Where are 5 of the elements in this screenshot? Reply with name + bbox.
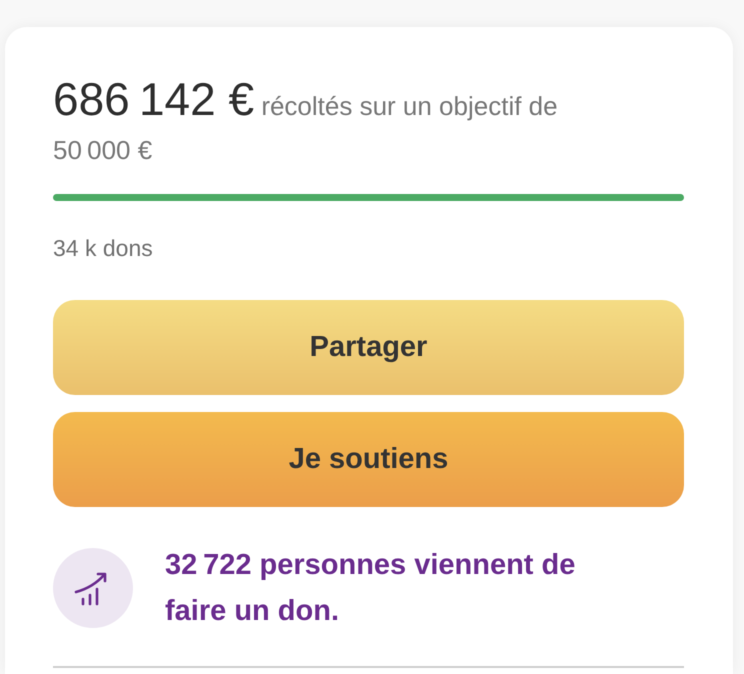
support-button[interactable]: Je soutiens [53, 412, 684, 507]
donation-count: 34 k dons [53, 234, 154, 263]
donors-message: 32 722 personnes viennent de faire un don. [165, 548, 576, 629]
share-button[interactable]: Partager [53, 300, 684, 395]
amount-summary: 686 142 €récoltés sur un objectif de 50 000 € [53, 77, 559, 167]
